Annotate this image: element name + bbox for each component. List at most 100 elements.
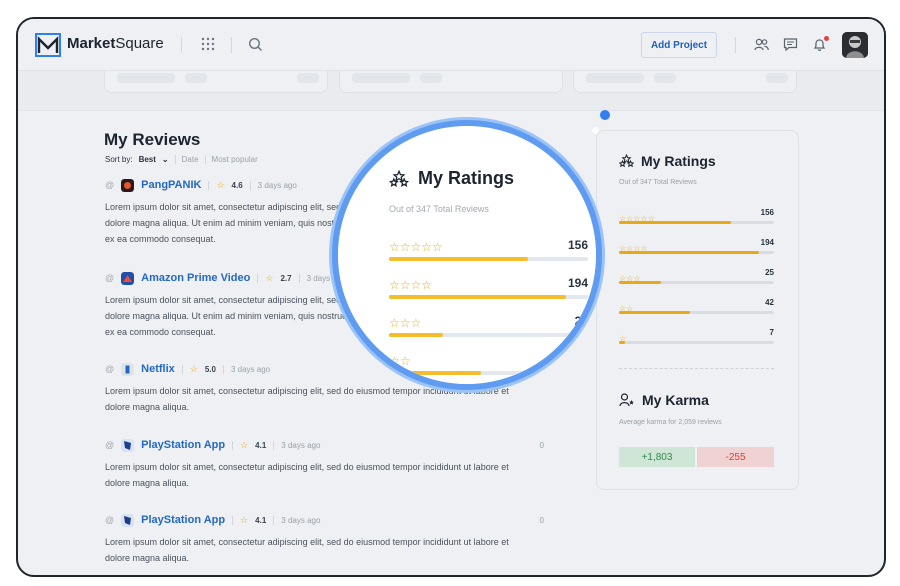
sort-best-option[interactable]: Best	[139, 155, 156, 164]
add-project-button[interactable]: Add Project	[641, 32, 717, 58]
divider	[232, 515, 234, 525]
review-time: 3 days ago	[281, 515, 321, 525]
ratings-stars-icon	[619, 154, 634, 168]
rating-bar-fill	[619, 281, 661, 284]
rating-row: ☆☆ 42	[619, 298, 774, 316]
rating-bar-track	[619, 311, 774, 314]
placeholder-pill	[420, 73, 442, 83]
rating-bar-fill	[389, 371, 481, 375]
amazon-prime-video-app-icon	[121, 271, 135, 285]
star-icon: ☆	[216, 179, 225, 190]
user-avatar[interactable]	[842, 32, 868, 58]
divider	[231, 37, 232, 53]
placeholder-pill	[117, 73, 175, 83]
review-item: @ PlayStation App ☆ 4.1 3 days ago Lorem…	[105, 512, 544, 566]
brand-name-rest: Square	[115, 35, 164, 52]
app-name-link[interactable]: PangPANIK	[141, 179, 201, 191]
rating-count: 194	[760, 238, 774, 247]
placeholder-pill	[766, 73, 788, 83]
rating-count: 156	[760, 208, 774, 217]
rating-bar-track	[619, 251, 774, 254]
star-icon: ☆	[240, 514, 249, 525]
mention-icon: @	[105, 364, 115, 374]
divider	[181, 364, 183, 374]
karma-positive: +1,803	[619, 447, 695, 467]
magnified-subtitle: Out of 347 Total Reviews	[389, 204, 489, 214]
divider	[204, 155, 206, 164]
review-text: Lorem ipsum dolor sit amet, consectetur …	[105, 537, 509, 563]
ratings-title-text: My Ratings	[641, 153, 716, 169]
app-name-link[interactable]: PlayStation App	[141, 514, 225, 526]
divider	[181, 37, 182, 53]
stat-card	[573, 71, 797, 93]
magnified-rating-row: ☆☆	[389, 352, 588, 375]
sort-date-option[interactable]: Date	[182, 155, 199, 164]
divider	[249, 180, 251, 190]
divider	[273, 440, 275, 450]
placeholder-pill	[352, 73, 410, 83]
rating-bar-track	[619, 281, 774, 284]
mention-icon: @	[105, 180, 115, 190]
rating-count: 7	[769, 328, 774, 337]
apps-grid-icon[interactable]	[201, 37, 215, 51]
rating-bar-track	[619, 341, 774, 344]
search-icon[interactable]	[248, 37, 263, 52]
magnified-rating-row: ☆☆☆ 25	[389, 314, 588, 337]
rating-row: ☆☆☆ 25	[619, 268, 774, 286]
section-divider	[619, 368, 774, 369]
chat-icon[interactable]	[783, 37, 798, 52]
top-navbar: MarketSquare Add Project	[18, 19, 884, 71]
placeholder-pill	[185, 73, 207, 83]
karma-user-icon	[619, 393, 634, 407]
stat-card	[339, 71, 563, 93]
placeholder-pill	[297, 73, 319, 83]
star-icon: ☆	[189, 363, 198, 374]
sort-bar: Sort by: Best ⌄ Date Most popular	[105, 155, 258, 164]
sort-popular-option[interactable]: Most popular	[212, 155, 258, 164]
rating-bar-track	[389, 257, 588, 261]
placeholder-pill	[654, 73, 676, 83]
rating-row: ☆☆☆☆ 194	[619, 238, 774, 256]
review-comment-count: 0	[539, 441, 544, 450]
divider	[174, 155, 176, 164]
marketsquare-logo-icon[interactable]	[35, 33, 61, 57]
playstation-app-icon	[121, 438, 135, 452]
divider	[222, 364, 224, 374]
divider	[232, 440, 234, 450]
mention-icon: @	[105, 440, 115, 450]
brand-name-bold: Market	[67, 35, 116, 52]
divider	[735, 37, 736, 53]
review-comment-count: 0	[539, 516, 544, 525]
magnified-ratings-title: My Ratings	[389, 168, 514, 189]
karma-negative: -255	[697, 447, 774, 467]
app-name-link[interactable]: Amazon Prime Video	[141, 272, 250, 284]
magnifier-content: My Ratings Out of 347 Total Reviews ☆☆☆☆…	[338, 126, 596, 384]
reviews-title: My Reviews	[104, 130, 201, 149]
rating-count: 25	[574, 314, 588, 328]
ratings-subtitle: Out of 347 Total Reviews	[619, 179, 697, 186]
magnifier-handle-dot	[592, 127, 599, 134]
rating-bar-track	[389, 371, 588, 375]
divider	[273, 515, 275, 525]
review-rating: 4.1	[255, 440, 267, 450]
rating-row: ☆☆☆☆☆ 156	[619, 208, 774, 226]
rating-count: 194	[567, 276, 588, 290]
app-name-link[interactable]: Netflix	[141, 363, 175, 375]
mention-icon: @	[105, 515, 115, 525]
star-icon: ☆	[265, 272, 274, 283]
stat-cards-row	[18, 71, 884, 111]
review-rating: 5.0	[204, 364, 216, 374]
magnified-rating-row: ☆☆☆☆☆ 156	[389, 238, 588, 261]
users-icon[interactable]	[754, 37, 769, 52]
rating-bar-fill	[389, 295, 567, 299]
magnifier-lens: My Ratings Out of 347 Total Reviews ☆☆☆☆…	[332, 120, 602, 390]
app-name-link[interactable]: PlayStation App	[141, 439, 225, 451]
divider	[298, 273, 300, 283]
notification-dot	[824, 36, 829, 41]
brand-name[interactable]: MarketSquare	[67, 35, 164, 52]
magnified-title-text: My Ratings	[418, 168, 515, 188]
rating-bar-fill	[619, 251, 759, 254]
rating-bar-track	[619, 221, 774, 224]
chevron-down-icon[interactable]: ⌄	[162, 155, 169, 164]
sort-label: Sort by:	[105, 155, 133, 164]
